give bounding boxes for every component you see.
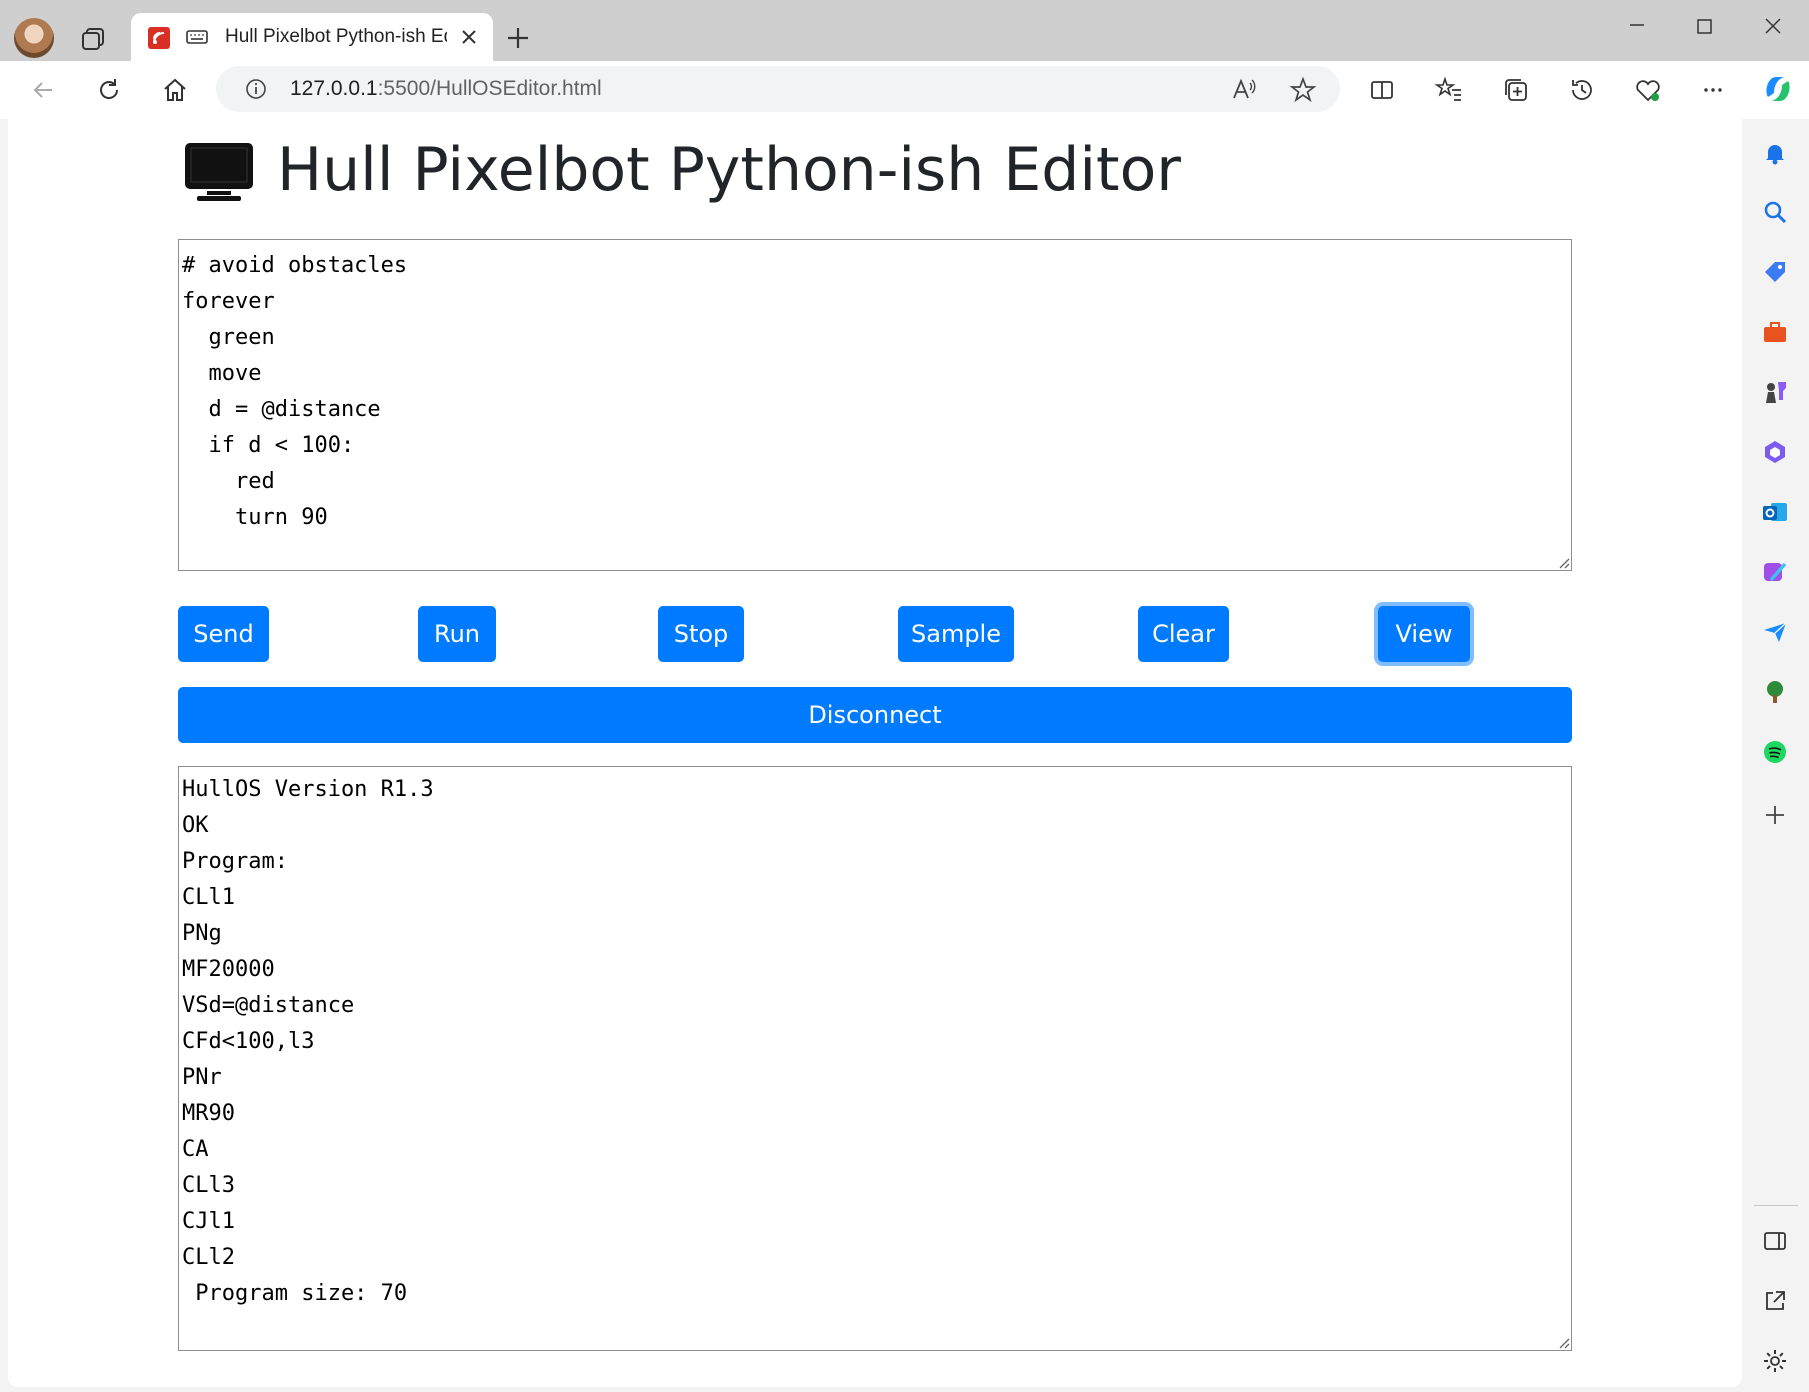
address-bar[interactable]: 127.0.0.1:5500/HullOSEditor.html	[216, 66, 1340, 112]
split-screen-icon[interactable]	[1367, 75, 1397, 105]
sidebar-divider	[1754, 1205, 1798, 1206]
page-title: Hull Pixelbot Python-ish Editor	[277, 135, 1181, 205]
clear-button[interactable]: Clear	[1138, 606, 1229, 662]
send-paper-plane-icon[interactable]	[1761, 618, 1789, 646]
add-sidebar-app-icon[interactable]	[1761, 801, 1789, 829]
microsoft-365-icon[interactable]	[1761, 438, 1789, 466]
settings-gear-icon[interactable]	[1761, 1347, 1789, 1375]
spotify-icon[interactable]	[1761, 738, 1789, 766]
workspaces-icon[interactable]	[78, 24, 108, 54]
shopping-tag-icon[interactable]	[1761, 258, 1789, 286]
games-chess-icon[interactable]	[1761, 378, 1789, 406]
url-text[interactable]: 127.0.0.1:5500/HullOSEditor.html	[290, 77, 602, 101]
new-tab-icon[interactable]	[502, 22, 534, 54]
tab-strip: Hull Pixelbot Python-ish Editor	[0, 0, 1809, 61]
site-info-icon[interactable]	[244, 77, 268, 101]
read-aloud-icon[interactable]	[1230, 76, 1258, 104]
designer-icon[interactable]	[1761, 558, 1789, 586]
run-button[interactable]: Run	[418, 606, 496, 662]
send-button[interactable]: Send	[178, 606, 269, 662]
page-content: Hull Pixelbot Python-ish Editor # avoid …	[8, 119, 1742, 1387]
output-textarea[interactable]: HullOS Version R1.3 OK Program: CLl1 PNg…	[178, 766, 1572, 1351]
refresh-icon[interactable]	[94, 75, 124, 105]
output-resize-grip-icon[interactable]	[1556, 1335, 1570, 1349]
outlook-icon[interactable]	[1761, 498, 1789, 526]
home-icon[interactable]	[160, 75, 190, 105]
minimize-icon[interactable]	[1622, 14, 1652, 44]
code-editor-resize-grip-icon[interactable]	[1556, 555, 1570, 569]
history-icon[interactable]	[1567, 75, 1597, 105]
close-window-icon[interactable]	[1758, 14, 1788, 44]
stop-button[interactable]: Stop	[658, 606, 744, 662]
keyboard-icon	[186, 30, 208, 44]
tools-briefcase-icon[interactable]	[1761, 318, 1789, 346]
sample-button[interactable]: Sample	[898, 606, 1014, 662]
tree-icon[interactable]	[1761, 678, 1789, 706]
browser-essentials-icon[interactable]	[1633, 75, 1663, 105]
browser-toolbar: 127.0.0.1:5500/HullOSEditor.html	[0, 61, 1809, 119]
maximize-icon[interactable]	[1690, 14, 1720, 44]
collections-icon[interactable]	[1501, 75, 1531, 105]
active-tab[interactable]: Hull Pixelbot Python-ish Editor	[131, 13, 493, 61]
view-button[interactable]: View	[1378, 606, 1470, 662]
copilot-icon[interactable]	[1760, 71, 1796, 107]
url-path: :5500/HullOSEditor.html	[377, 77, 602, 100]
more-options-icon[interactable]	[1698, 75, 1728, 105]
hide-sidebar-icon[interactable]	[1761, 1227, 1789, 1255]
favorites-icon[interactable]	[1434, 75, 1464, 105]
profile-avatar[interactable]	[14, 18, 54, 58]
open-external-icon[interactable]	[1761, 1287, 1789, 1315]
edge-sidebar	[1742, 119, 1809, 1392]
tab-title: Hull Pixelbot Python-ish Editor	[225, 26, 447, 47]
back-icon[interactable]	[28, 75, 58, 105]
favorite-star-icon[interactable]	[1289, 76, 1317, 104]
monitor-icon	[185, 143, 253, 201]
code-editor-textarea[interactable]: # avoid obstacles forever green move d =…	[178, 239, 1572, 571]
disconnect-button[interactable]: Disconnect	[178, 687, 1572, 743]
search-icon[interactable]	[1761, 198, 1789, 226]
url-host: 127.0.0.1	[290, 77, 378, 100]
notifications-bell-icon[interactable]	[1761, 139, 1789, 167]
page-favicon-icon	[148, 27, 170, 49]
close-tab-icon[interactable]	[457, 25, 481, 49]
